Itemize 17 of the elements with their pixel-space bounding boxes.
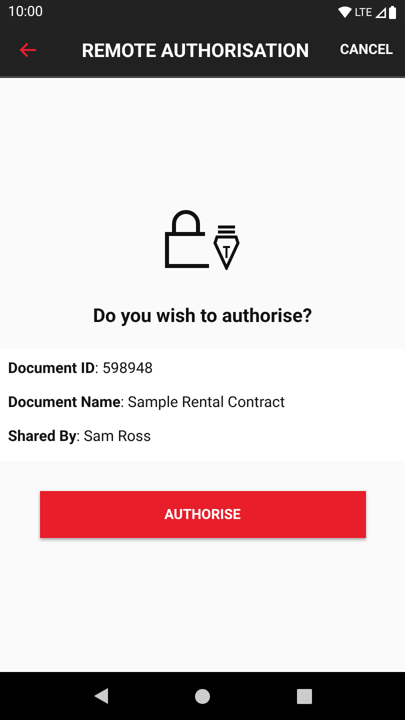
status-time: 10:00 <box>8 4 43 20</box>
back-icon[interactable] <box>94 688 108 704</box>
back-arrow-icon[interactable] <box>19 42 37 58</box>
detail-line: Document ID: 598948 <box>8 358 154 379</box>
signal-icon <box>375 6 386 18</box>
authorise-button[interactable]: AUTHORISE <box>40 491 366 538</box>
screen-title: REMOTE AUTHORISATION <box>80 38 310 62</box>
wifi-icon <box>338 6 352 18</box>
network-type: LTE <box>354 6 372 18</box>
cancel-button[interactable]: CANCEL <box>340 42 393 58</box>
detail-line: Document Name: Sample Rental Contract <box>8 392 286 413</box>
detail-line: Shared By: Sam Ross <box>8 426 152 447</box>
authorise-question: Do you wish to authorise? <box>92 304 312 327</box>
recents-icon[interactable] <box>296 688 312 704</box>
battery-icon <box>389 6 396 18</box>
home-icon[interactable] <box>194 688 210 704</box>
lock-pen-icon <box>164 210 240 270</box>
